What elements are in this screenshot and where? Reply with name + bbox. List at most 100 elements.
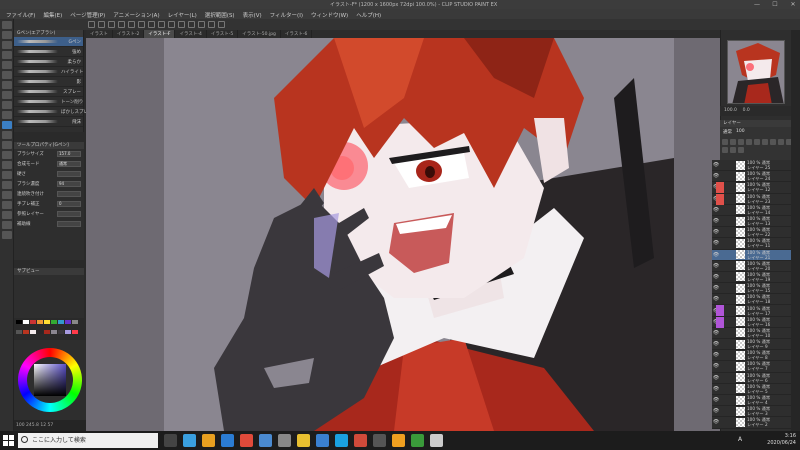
tool-icon[interactable]	[1, 41, 12, 49]
eye-icon[interactable]: 👁	[712, 296, 720, 302]
property-value[interactable]: 通常	[57, 161, 81, 167]
taskbar-app-icon[interactable]	[240, 434, 253, 447]
color-swatch[interactable]	[16, 320, 22, 324]
tool-icon[interactable]	[1, 71, 12, 79]
navigator-thumbnail[interactable]	[727, 40, 785, 104]
eye-icon[interactable]: 👁	[712, 218, 720, 224]
eye-icon[interactable]: 👁	[712, 173, 720, 179]
command-icon[interactable]	[198, 21, 205, 28]
property-value[interactable]: 157.0	[57, 151, 81, 157]
layer-row[interactable]: 👁 100 % 通常 レイヤー 14	[712, 204, 800, 216]
tool-icon[interactable]	[1, 91, 12, 99]
layer-row[interactable]: 👁 100 % 通常 レイヤー 3	[712, 406, 800, 418]
tool-icon[interactable]	[1, 231, 12, 239]
layer-tool-icon[interactable]	[730, 147, 736, 153]
eye-icon[interactable]: 👁	[712, 408, 720, 414]
eye-icon[interactable]: 👁	[712, 397, 720, 403]
layer-row[interactable]: 👁 100 % 通常 レイヤー 24	[712, 171, 800, 183]
layer-row[interactable]: 👁 100 % 通常 レイヤー 20	[712, 260, 800, 272]
tool-icon[interactable]	[1, 191, 12, 199]
brush-item[interactable]: トーン削り	[14, 97, 83, 107]
command-icon[interactable]	[218, 21, 225, 28]
layer-tool-icon[interactable]	[738, 147, 744, 153]
command-icon[interactable]	[158, 21, 165, 28]
taskbar-search-input[interactable]: ここに入力して検索	[18, 433, 158, 448]
layer-row[interactable]: 👁 100 % 通常 レイヤー 10	[712, 327, 800, 339]
layer-row[interactable]: 👁 100 % 通常 レイヤー 15	[712, 283, 800, 295]
tool-icon[interactable]	[1, 181, 12, 189]
layer-row[interactable]: 👁 100 % 通常 レイヤー 21	[712, 249, 800, 261]
layer-row[interactable]: 👁100 % 通常レイヤー 12	[712, 182, 800, 194]
brush-item[interactable]: ハイライト	[14, 67, 83, 77]
eye-icon[interactable]: 👁	[712, 352, 720, 358]
taskbar-app-icon[interactable]	[183, 434, 196, 447]
opacity-value[interactable]: 100	[736, 129, 745, 135]
color-swatch[interactable]	[23, 329, 29, 334]
layer-tool-icon[interactable]	[746, 139, 752, 145]
brush-item[interactable]: 飛沫	[14, 117, 83, 127]
tab-4[interactable]: イラスト-5	[207, 30, 239, 38]
taskbar-app-icon[interactable]	[392, 434, 405, 447]
artwork-canvas[interactable]	[164, 38, 674, 431]
property-value[interactable]	[57, 211, 81, 217]
brush-item[interactable]: 強め	[14, 47, 83, 57]
tool-icon[interactable]	[1, 121, 12, 129]
color-swatch[interactable]	[58, 320, 64, 324]
command-icon[interactable]	[88, 21, 95, 28]
command-icon[interactable]	[118, 21, 125, 28]
menu-item-8[interactable]: ウィンドウ(W)	[307, 9, 352, 19]
layer-tool-icon[interactable]	[730, 139, 736, 145]
layer-row[interactable]: 👁100 % 通常レイヤー 17	[712, 305, 800, 317]
tool-icon[interactable]	[1, 151, 12, 159]
color-swatch[interactable]	[72, 320, 78, 324]
color-swatch[interactable]	[44, 329, 50, 334]
tool-icon[interactable]	[1, 21, 12, 29]
taskbar-app-icon[interactable]	[316, 434, 329, 447]
layer-tool-icon[interactable]	[778, 139, 784, 145]
tool-icon[interactable]	[1, 171, 12, 179]
taskbar-app-icon[interactable]	[411, 434, 424, 447]
tab-6[interactable]: イラスト-6	[281, 30, 313, 38]
layer-row[interactable]: 👁 100 % 通常 レイヤー 25	[712, 160, 800, 172]
eye-icon[interactable]: 👁	[712, 375, 720, 381]
windows-start-icon[interactable]	[3, 435, 14, 446]
layer-row[interactable]: 👁 100 % 通常 レイヤー 8	[712, 350, 800, 362]
menu-item-6[interactable]: 表示(V)	[239, 9, 266, 19]
menu-item-2[interactable]: ページ管理(P)	[66, 9, 109, 19]
tool-icon[interactable]	[1, 101, 12, 109]
command-icon[interactable]	[208, 21, 215, 28]
tab-0[interactable]: イラスト	[86, 30, 113, 38]
layer-row[interactable]: 👁100 % 通常レイヤー 23	[712, 193, 800, 205]
menu-item-9[interactable]: ヘルプ(H)	[352, 9, 385, 19]
minimize-button[interactable]: —	[752, 1, 762, 8]
layer-row[interactable]: 👁 100 % 通常 レイヤー 9	[712, 339, 800, 351]
layer-tool-icon[interactable]	[722, 147, 728, 153]
color-swatch[interactable]	[30, 320, 36, 324]
zoom-value[interactable]: 100.0	[724, 108, 737, 113]
layer-row[interactable]: 👁 100 % 通常 レイヤー 5	[712, 383, 800, 395]
color-swatch[interactable]	[44, 320, 50, 324]
eye-icon[interactable]: 👁	[712, 162, 720, 168]
layer-row[interactable]: 👁 100 % 通常 レイヤー 22	[712, 227, 800, 239]
tool-icon[interactable]	[1, 31, 12, 39]
tab-5[interactable]: イラスト-50.jpg	[238, 30, 281, 38]
right-scrollbar[interactable]	[791, 30, 800, 431]
color-swatch[interactable]	[51, 329, 57, 334]
layer-row[interactable]: 👁 100 % 通常 レイヤー 13	[712, 215, 800, 228]
eye-icon[interactable]: 👁	[712, 285, 720, 291]
taskbar-app-icon[interactable]	[354, 434, 367, 447]
command-icon[interactable]	[98, 21, 105, 28]
tool-icon[interactable]	[1, 211, 12, 219]
menu-item-0[interactable]: ファイル(F)	[2, 9, 39, 19]
layer-row[interactable]: 👁 100 % 通常 レイヤー 19	[712, 271, 800, 284]
layer-row[interactable]: 👁 100 % 通常 レイヤー 4	[712, 394, 800, 407]
property-value[interactable]	[57, 191, 81, 197]
layer-tool-icon[interactable]	[722, 139, 728, 145]
menu-item-1[interactable]: 編集(E)	[39, 9, 66, 19]
command-icon[interactable]	[188, 21, 195, 28]
brush-item[interactable]: 柔らか	[14, 57, 83, 67]
eye-icon[interactable]: 👁	[712, 229, 720, 235]
command-icon[interactable]	[178, 21, 185, 28]
eye-icon[interactable]: 👁	[712, 207, 720, 213]
taskbar-app-icon[interactable]	[373, 434, 386, 447]
